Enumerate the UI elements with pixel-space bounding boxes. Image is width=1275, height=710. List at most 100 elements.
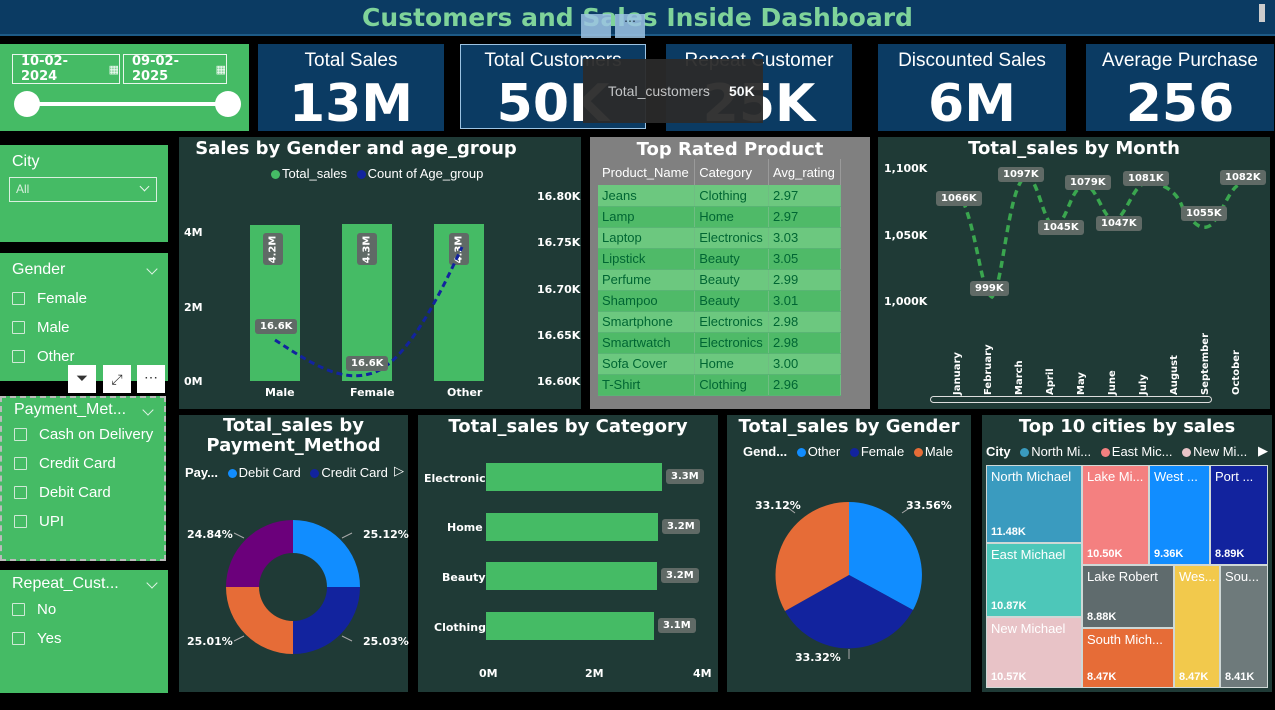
checkbox-yes[interactable]: Yes — [12, 624, 168, 653]
column-header[interactable]: Category — [694, 159, 769, 185]
checkbox-debit-card[interactable]: Debit Card — [14, 478, 164, 507]
x-tick: February — [983, 344, 994, 395]
bar-beauty[interactable] — [486, 562, 657, 590]
gender-age-chart[interactable]: Sales by Gender and age_group Total_sale… — [179, 137, 581, 409]
range-end-handle[interactable] — [215, 91, 241, 117]
sales-by-category-chart[interactable]: Total_sales by Category Electronics Home… — [418, 415, 718, 692]
tile-wes[interactable]: Wes... 8.47K — [1174, 565, 1220, 688]
legend-title: City — [986, 444, 1011, 459]
end-date-input[interactable]: 09-02-2025 ▦ — [123, 54, 227, 84]
table-cell: Sofa Cover — [598, 353, 696, 375]
payment-method-chart[interactable]: Total_sales by Payment_Method Pay... Debi… — [179, 415, 409, 692]
table-row[interactable]: Sofa Cover Home 3.00 — [598, 353, 842, 375]
city-dropdown[interactable]: All — [9, 177, 157, 202]
more-options-icon[interactable]: ⋯ — [137, 365, 165, 393]
start-date: 10-02-2024 — [21, 54, 68, 84]
table-row[interactable]: Smartwatch Electronics 2.98 — [598, 332, 842, 354]
tile-north-michael[interactable]: North Michael 11.48K — [986, 465, 1082, 543]
checkbox-box[interactable] — [14, 457, 27, 470]
checkbox-box[interactable] — [12, 292, 25, 305]
checkbox-no[interactable]: No — [12, 595, 168, 624]
tile-sou[interactable]: Sou... 8.41K — [1220, 565, 1268, 688]
checkbox-credit-card[interactable]: Credit Card — [14, 449, 164, 478]
table-cell: Laptop — [598, 227, 696, 249]
start-date-input[interactable]: 10-02-2024 ▦ — [12, 54, 120, 84]
calendar-icon[interactable]: ▦ — [109, 63, 119, 76]
table-cell: 2.98 — [768, 311, 842, 333]
range-start-handle[interactable] — [14, 91, 40, 117]
checkbox-box[interactable] — [12, 632, 25, 645]
sales-by-month-chart[interactable]: Total_sales by Month 1,100K 1,050K 1,000… — [878, 137, 1270, 409]
checkbox-label: Credit Card — [39, 455, 116, 472]
legend-swatch — [1100, 448, 1110, 458]
checkbox-box[interactable] — [14, 486, 27, 499]
bar-clothing[interactable] — [486, 612, 654, 640]
x-tick: October — [1231, 350, 1242, 395]
sales-by-gender-chart[interactable]: Total_sales by Gender Gend... Other Fema… — [727, 415, 971, 692]
table-row[interactable]: Smartphone Electronics 2.98 — [598, 311, 842, 333]
checkbox-box[interactable] — [12, 350, 25, 363]
table-row[interactable]: Lamp Home 2.97 — [598, 206, 842, 228]
tile-value: 8.88K — [1087, 611, 1117, 623]
legend-swatch — [1182, 448, 1192, 458]
data-label: 1055K — [1181, 206, 1227, 221]
checkbox-upi[interactable]: UPI — [14, 507, 164, 536]
table-cell: Beauty — [694, 248, 769, 270]
table-row[interactable]: Jeans Clothing 2.97 — [598, 185, 842, 207]
checkbox-box[interactable] — [12, 321, 25, 334]
chart-title: Top 10 cities by sales — [1018, 416, 1236, 437]
filter-icon[interactable]: ⏷ — [68, 365, 96, 393]
chart-title: Total_sales by Category — [448, 416, 688, 437]
checkbox-box[interactable] — [12, 603, 25, 616]
kpi-discounted-sales[interactable]: Discounted Sales 6M — [878, 44, 1066, 134]
table-row[interactable]: Perfume Beauty 2.99 — [598, 269, 842, 291]
table-cell: 2.96 — [768, 374, 842, 396]
legend-item: North Mi... — [1031, 444, 1092, 459]
product-table: Product_Name Category Avg_rating Jeans Cl… — [598, 159, 842, 396]
horizontal-scrollbar[interactable] — [930, 396, 1212, 403]
checkbox-box[interactable] — [14, 428, 27, 441]
calendar-icon[interactable]: ▦ — [216, 63, 226, 76]
column-header[interactable]: Product_Name — [598, 159, 696, 185]
table-cell: 3.03 — [768, 227, 842, 249]
data-label: 16.6K — [255, 319, 298, 334]
column-header[interactable]: Avg_rating — [768, 159, 842, 185]
table-row[interactable]: Shampoo Beauty 3.01 — [598, 290, 842, 312]
focus-mode-icon[interactable]: ⤢ — [103, 365, 131, 393]
table-row[interactable]: Laptop Electronics 3.03 — [598, 227, 842, 249]
tile-south-mich[interactable]: South Mich... 8.47K — [1082, 628, 1174, 688]
data-label: 24.84% — [187, 528, 233, 541]
data-label: 999K — [970, 281, 1009, 296]
tile-lake-robert[interactable]: Lake Robert 8.88K — [1082, 565, 1174, 628]
table-row[interactable]: T-Shirt Clothing 2.96 — [598, 374, 842, 396]
tile-label: North Michael — [991, 469, 1072, 484]
bar-electronics[interactable] — [486, 463, 662, 491]
kpi-total-sales[interactable]: Total Sales 13M — [258, 44, 444, 134]
checkbox-cash-on-delivery[interactable]: Cash on Delivery — [14, 420, 164, 449]
data-label: 25.12% — [363, 528, 409, 541]
checkbox-box[interactable] — [14, 515, 27, 528]
table-cell: 3.00 — [768, 353, 842, 375]
more-options-icon[interactable]: ⋯ — [615, 14, 645, 38]
legend-next-icon[interactable]: ▶ — [1258, 443, 1268, 459]
x-tick: May — [1076, 372, 1087, 395]
table-row[interactable]: Lipstick Beauty 3.05 — [598, 248, 842, 270]
kpi-average-purchase[interactable]: Average Purchase 256 — [1086, 44, 1274, 134]
top-cities-treemap[interactable]: Top 10 cities by sales City North Mi... … — [982, 415, 1272, 692]
tile-west[interactable]: West ... 9.36K — [1149, 465, 1210, 565]
table-cell: 2.97 — [768, 206, 842, 228]
bar-home[interactable] — [486, 513, 658, 541]
tile-label: East Michael — [991, 547, 1066, 562]
tile-east-michael[interactable]: East Michael 10.87K — [986, 543, 1082, 617]
checkbox-female[interactable]: Female — [12, 284, 168, 313]
x-tick: Other — [447, 386, 483, 399]
tile-value: 8.47K — [1087, 671, 1117, 683]
checkbox-male[interactable]: Male — [12, 313, 168, 342]
tile-lake-mi[interactable]: Lake Mi... 10.50K — [1082, 465, 1149, 565]
tile-new-michael[interactable]: New Michael 10.57K — [986, 617, 1082, 688]
tile-port[interactable]: Port ... 8.89K — [1210, 465, 1268, 565]
top-rated-product-table[interactable]: Top Rated Product Product_Name Category … — [590, 137, 870, 409]
filter-icon[interactable] — [581, 14, 611, 38]
x-tick: August — [1169, 355, 1180, 395]
scrollbar[interactable] — [1259, 4, 1265, 22]
